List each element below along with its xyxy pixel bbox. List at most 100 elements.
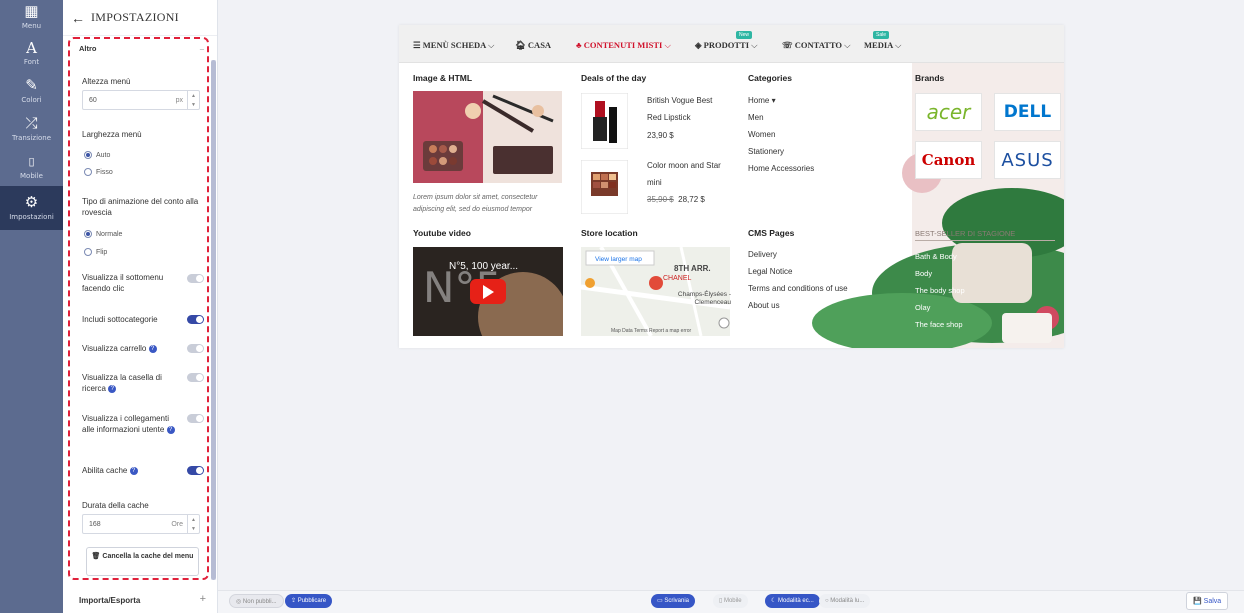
cache-duration-input[interactable]: 168 Ore ▲ ▼ (82, 514, 200, 534)
bestseller-link[interactable]: The body shop (915, 282, 965, 299)
menu-preview: ☰ MENÙ SCHEDA ⌵ 🏠︎ CASA ♣ CONTENUTI MIST… (399, 25, 1064, 348)
deal2-price: 28,72 $ (678, 195, 705, 204)
mode-ec-label: Modalità ec... (778, 598, 814, 604)
radio-fixed[interactable]: Fisso (84, 168, 113, 176)
brand-acer[interactable]: acer (915, 93, 982, 131)
radio-dot (84, 151, 92, 159)
collapse-icon[interactable]: – (200, 44, 204, 53)
desktop-view-button[interactable]: ▭ Scrivania (651, 594, 696, 608)
deal1-name[interactable]: British Vogue Best Red Lipstick (647, 92, 727, 126)
brand-canon[interactable]: Canon (915, 141, 982, 179)
menu-label: CONTENUTI MISTI (583, 40, 663, 50)
bestseller-link[interactable]: Bath & Body (915, 248, 965, 265)
brand-asus[interactable]: ASUS (994, 141, 1061, 179)
save-button[interactable]: 💾 Salva (1186, 592, 1229, 610)
show-cart-text: Visualizza carrello (82, 344, 147, 353)
menu-item-scheda[interactable]: ☰ MENÙ SCHEDA ⌵ (413, 40, 494, 51)
cms-link[interactable]: About us (748, 297, 848, 314)
submenu-click-label: Visualizza il sottomenu facendo clic (82, 273, 164, 293)
deal2-name[interactable]: Color moon and Star mini (647, 157, 727, 191)
unpublished-button[interactable]: ◎ Non pubbli... (229, 594, 284, 608)
menu-label: CASA (527, 40, 552, 50)
clear-cache-button[interactable]: 🗑 Cancella la cache del menu (86, 547, 199, 576)
menu-bar: ☰ MENÙ SCHEDA ⌵ 🏠︎ CASA ♣ CONTENUTI MIST… (399, 25, 1064, 63)
gear-icon: ⚙ (24, 194, 39, 211)
help-icon[interactable]: ? (166, 425, 175, 434)
help-icon[interactable]: ? (129, 466, 138, 475)
cosmetics-image (413, 91, 562, 183)
menu-height-input[interactable]: 60 px ▲ ▼ (82, 90, 200, 110)
radio-normal[interactable]: Normale (84, 230, 122, 238)
menu-label: MEDIA (864, 40, 893, 50)
menu-width-label: Larghezza menù (82, 130, 142, 139)
mobile-view-button[interactable]: ▯ Mobile (713, 594, 748, 608)
radio-dot (84, 168, 92, 176)
submenu-click-toggle[interactable] (187, 274, 204, 283)
bestseller-link[interactable]: Body (915, 265, 965, 282)
bestseller-link[interactable]: Olay (915, 299, 965, 316)
radio-label: Flip (96, 248, 108, 256)
plus-icon[interactable]: + (200, 593, 206, 605)
cms-list: Delivery Legal Notice Terms and conditio… (748, 246, 848, 314)
radio-flip[interactable]: Flip (84, 248, 107, 256)
col-brands-title: Brands (915, 73, 945, 83)
menu-label: MENÙ SCHEDA (422, 40, 486, 50)
publish-button[interactable]: ⇪ Pubblicare (285, 594, 333, 608)
include-sub-toggle[interactable] (187, 315, 204, 324)
trash-icon: 🗑 (91, 553, 101, 560)
stepper[interactable]: ▲ ▼ (187, 91, 199, 109)
bestseller-title: BEST-SELLER DI STAGIONE (915, 228, 1055, 241)
rail-transition[interactable]: ⤮ Transizione (0, 110, 63, 148)
show-cart-toggle[interactable] (187, 344, 204, 353)
menu-item-contatto[interactable]: ☏ CONTATTO ⌵ (782, 40, 851, 51)
radio-auto[interactable]: Auto (84, 151, 110, 159)
scrollbar-thumb[interactable] (211, 60, 216, 580)
help-icon[interactable]: ? (108, 384, 117, 393)
view-larger-map-link[interactable]: View larger map (595, 251, 642, 268)
map-area: 8TH ARR. (674, 264, 711, 273)
stepper[interactable]: ▲ ▼ (187, 515, 199, 533)
show-user-links-toggle[interactable] (187, 414, 204, 423)
menu-item-prodotti[interactable]: ◈ PRODOTTI ⌵ (695, 40, 758, 51)
chevron-up-icon[interactable]: ▲ (191, 93, 196, 99)
rail-menu[interactable]: ▦ Menu (0, 0, 63, 34)
rail-mobile[interactable]: ▯ Mobile (0, 148, 63, 186)
chevron-up-icon[interactable]: ▲ (191, 517, 196, 523)
left-icon-rail: ▦ Menu A Font ✎ Colori ⤮ Transizione ▯ M… (0, 0, 63, 613)
cms-link[interactable]: Legal Notice (748, 263, 848, 280)
import-export-section[interactable]: Importa/Esporta + (79, 593, 206, 605)
chevron-down-icon[interactable]: ▼ (191, 102, 196, 108)
brand-dell[interactable]: DELL (994, 93, 1061, 131)
menu-item-media[interactable]: MEDIA ⌵ (864, 40, 901, 51)
mode-lu-button[interactable]: ○ Modalità lu... (819, 594, 871, 608)
mobile-icon: ▯ (28, 156, 35, 168)
chevron-down-icon[interactable]: ▼ (191, 526, 196, 532)
menu-item-casa[interactable]: 🏠︎ CASA (515, 40, 551, 51)
menu-height-value: 60 (89, 96, 97, 104)
back-arrow-icon[interactable]: ← (71, 10, 85, 26)
rail-settings[interactable]: ⚙ Impostazioni (0, 186, 63, 230)
rail-font[interactable]: A Font (0, 34, 63, 72)
bestseller-link[interactable]: The face shop (915, 316, 965, 333)
lipstick-image (581, 93, 628, 149)
help-icon[interactable]: ? (148, 344, 157, 353)
enable-cache-toggle[interactable] (187, 466, 204, 475)
section-header-altro[interactable]: Altro – (79, 44, 204, 53)
palette-image (581, 160, 628, 214)
menu-item-contenuti[interactable]: ♣ CONTENUTI MISTI ⌵ (576, 40, 671, 51)
mode-ec-button[interactable]: ☾ Modalità ec... (765, 594, 820, 608)
include-sub-label: Includi sottocategorie (82, 315, 158, 324)
cms-link[interactable]: Delivery (748, 246, 848, 263)
store-location-title: Store location (581, 228, 638, 238)
rail-colors[interactable]: ✎ Colori (0, 72, 63, 110)
show-search-toggle[interactable] (187, 373, 204, 382)
clear-cache-label: Cancella la cache del menu (102, 553, 194, 560)
cms-link[interactable]: Terms and conditions of use (748, 280, 848, 297)
bestseller-list: Bath & Body Body The body shop Olay The … (915, 248, 965, 333)
radio-dot (84, 230, 92, 238)
deal2-prices: 35,90 $ 28,72 $ (647, 191, 705, 208)
show-user-links-label: Visualizza i collegamenti alle informazi… (82, 413, 177, 435)
radio-dot (84, 248, 92, 256)
map-place: CHANEL (663, 275, 692, 282)
font-icon: A (26, 39, 37, 57)
